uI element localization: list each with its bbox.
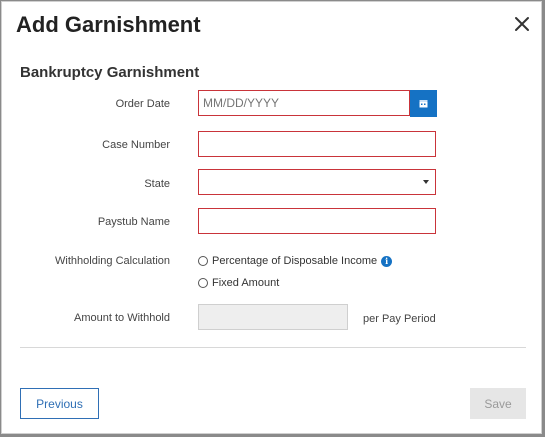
order-date-label: Order Date bbox=[115, 98, 170, 110]
case-number-label: Case Number bbox=[102, 139, 170, 151]
info-icon[interactable]: i bbox=[381, 255, 393, 267]
chevron-down-icon bbox=[423, 180, 429, 184]
save-button[interactable]: Save bbox=[470, 388, 526, 419]
section-title: Bankruptcy Garnishment bbox=[20, 64, 200, 81]
paystub-name-input[interactable] bbox=[198, 208, 436, 234]
percentage-option-label: Percentage of Disposable Income bbox=[212, 255, 378, 267]
previous-button[interactable]: Previous bbox=[20, 388, 99, 419]
close-icon bbox=[515, 17, 529, 31]
state-label: State bbox=[144, 178, 170, 190]
close-button[interactable] bbox=[510, 12, 534, 36]
divider bbox=[20, 347, 526, 348]
amount-to-withhold-input[interactable] bbox=[198, 304, 348, 330]
calendar-button[interactable] bbox=[410, 90, 437, 117]
fixed-amount-radio[interactable] bbox=[198, 278, 208, 288]
case-number-input[interactable] bbox=[198, 131, 436, 157]
fixed-amount-option-label: Fixed Amount bbox=[212, 277, 280, 289]
add-garnishment-dialog: Add Garnishment Bankruptcy Garnishment O… bbox=[1, 1, 542, 434]
per-pay-period-text: per Pay Period bbox=[363, 313, 436, 325]
state-select[interactable] bbox=[198, 169, 436, 195]
dialog-title: Add Garnishment bbox=[16, 12, 201, 37]
calendar-icon bbox=[419, 100, 428, 108]
fixed-amount-option[interactable]: Fixed Amount bbox=[198, 277, 279, 289]
withholding-calculation-label: Withholding Calculation bbox=[55, 255, 170, 267]
order-date-input[interactable] bbox=[198, 90, 410, 116]
paystub-name-label: Paystub Name bbox=[97, 216, 170, 228]
percentage-option[interactable]: Percentage of Disposable Income i bbox=[198, 255, 393, 267]
amount-to-withhold-label: Amount to Withhold bbox=[74, 312, 170, 324]
percentage-radio[interactable] bbox=[198, 256, 208, 266]
